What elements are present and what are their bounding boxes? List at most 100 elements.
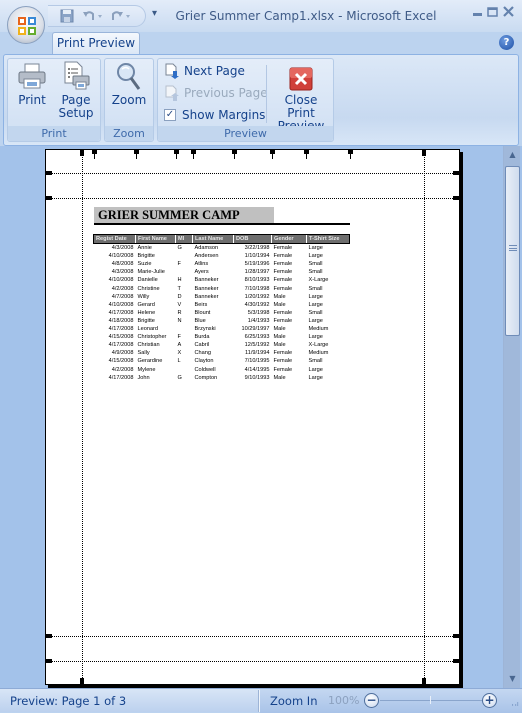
table-cell: 9/10/1993 <box>244 374 270 381</box>
zoom-button[interactable]: Zoom <box>109 61 149 107</box>
minimize-icon[interactable] <box>472 6 484 22</box>
margin-handle[interactable] <box>453 196 459 200</box>
resize-grip-icon[interactable]: ⠠⠴ <box>509 700 519 710</box>
footer-margin-line[interactable] <box>46 661 459 662</box>
margin-handle[interactable] <box>422 150 426 156</box>
close-print-preview-button[interactable]: Close Print Preview <box>270 67 332 133</box>
table-cell: 12/5/1992 <box>244 342 270 349</box>
print-button[interactable]: Print <box>14 61 50 107</box>
table-cell: Beirs <box>194 301 208 308</box>
table-row: 4/3/2008 Marie-Julie Ayers 1/28/1997 Female S… <box>94 268 350 276</box>
margin-handle[interactable] <box>453 634 459 638</box>
column-handle[interactable] <box>134 150 139 159</box>
show-margins-label: Show Margins <box>182 108 266 122</box>
checkbox-checked-icon[interactable]: ✓ <box>164 109 176 121</box>
table-cell: Gerardine <box>137 358 163 365</box>
table-cell: Banneker <box>194 285 219 292</box>
table-cell: Banneker <box>194 277 219 284</box>
table-cell: Blount <box>194 309 211 316</box>
column-handle[interactable] <box>191 150 196 159</box>
table-cell: 4/3/2008 <box>111 245 134 252</box>
margin-handle[interactable] <box>80 150 84 156</box>
column-handle[interactable] <box>174 150 179 159</box>
table-cell: Female <box>273 261 293 268</box>
next-page-button[interactable]: Next Page <box>164 62 245 80</box>
close-icon[interactable] <box>503 6 515 22</box>
table-cell: Atlins <box>194 261 209 268</box>
table-cell: Clayton <box>194 358 214 365</box>
column-header: DOB <box>233 233 272 245</box>
top-margin-line[interactable] <box>46 198 459 199</box>
previous-page-button[interactable]: Previous Page <box>164 84 268 102</box>
zoom-label: Zoom <box>111 93 147 107</box>
scroll-thumb[interactable] <box>505 166 520 336</box>
bottom-margin-line[interactable] <box>46 636 459 637</box>
page-info: Preview: Page 1 of 3 <box>10 694 127 708</box>
margin-handle[interactable] <box>453 171 459 175</box>
table-cell: 1/28/1997 <box>244 269 270 276</box>
table-row: 4/18/2008 Brigitte N Blue 1/4/1993 Female Larg… <box>94 317 350 325</box>
left-margin-line[interactable] <box>82 150 83 684</box>
table-cell: Large <box>308 253 323 260</box>
table-row: 4/15/2008 Gerardine L Clayton 7/10/1995 Femal… <box>94 357 350 365</box>
table-cell: Male <box>273 326 286 333</box>
margin-handle[interactable] <box>46 634 52 638</box>
office-button[interactable] <box>7 6 45 44</box>
scroll-down-icon[interactable]: ▼ <box>505 671 520 687</box>
zoom-slider[interactable] <box>380 696 482 704</box>
zoom-in-button[interactable]: Zoom In <box>270 694 318 708</box>
zoom-level[interactable]: 100% <box>328 694 359 707</box>
margin-handle[interactable] <box>80 678 84 684</box>
zoom-group-label: Zoom <box>105 126 153 141</box>
margin-handle[interactable] <box>46 659 52 663</box>
margin-handle[interactable] <box>453 659 459 663</box>
table-cell: Female <box>273 358 293 365</box>
right-margin-line[interactable] <box>424 150 425 684</box>
table-cell: 1/4/1993 <box>247 317 270 324</box>
close-preview-label-1: Close Print <box>284 93 318 120</box>
table-cell: Chang <box>194 350 211 357</box>
table-cell: 4/18/2008 <box>108 317 134 324</box>
table-row: 4/3/2008 Annie G Adamson 3/22/1998 Female Larg… <box>94 244 350 253</box>
help-icon[interactable]: ? <box>499 35 514 50</box>
table-cell: Small <box>308 261 323 268</box>
column-handle[interactable] <box>270 150 275 159</box>
table-cell: Suzie <box>137 261 152 268</box>
table-cell: Female <box>273 309 293 316</box>
header-margin-line[interactable] <box>46 173 459 174</box>
previous-page-label: Previous Page <box>184 86 268 100</box>
print-group-label: Print <box>8 126 100 141</box>
maximize-icon[interactable] <box>487 6 499 22</box>
margin-handle[interactable] <box>46 171 52 175</box>
page-setup-button[interactable]: Page Setup <box>56 61 96 120</box>
table-cell <box>176 268 193 276</box>
margin-handle[interactable] <box>422 678 426 684</box>
table-row: 4/8/2008 Suzie F Atlins 5/19/1996 Female Small <box>94 260 350 268</box>
title-underline <box>94 223 350 225</box>
table-cell: Burda <box>194 334 210 341</box>
scroll-up-icon[interactable]: ▲ <box>505 147 520 163</box>
table-cell: Banneker <box>194 293 219 300</box>
column-handle[interactable] <box>92 150 97 159</box>
show-margins-checkbox[interactable]: ✓ Show Margins <box>164 106 265 124</box>
margin-handle[interactable] <box>46 196 52 200</box>
column-handle[interactable] <box>348 150 353 159</box>
table-cell: 1/10/1994 <box>244 253 270 260</box>
column-handle[interactable] <box>304 150 309 159</box>
table-cell: 7/10/1995 <box>244 358 270 365</box>
table-cell: Small <box>308 358 323 365</box>
page-setup-label-2: Setup <box>58 106 94 120</box>
zoom-out-icon[interactable]: − <box>364 693 379 708</box>
table-cell: 4/10/2008 <box>108 277 134 284</box>
table-cell: Danielle <box>137 277 158 284</box>
close-preview-icon <box>289 67 313 91</box>
table-cell: H <box>177 277 182 284</box>
table-row: 4/17/2008 John G Compton 9/10/1993 Male Large <box>94 374 350 382</box>
table-cell: 4/7/2008 <box>111 293 134 300</box>
column-handle[interactable] <box>232 150 237 159</box>
zoom-in-icon[interactable]: + <box>482 693 497 708</box>
tab-print-preview[interactable]: Print Preview <box>52 32 140 54</box>
table-cell: Coldwell <box>194 366 216 373</box>
vertical-scrollbar[interactable]: ▲ ▼ <box>503 146 520 688</box>
page-setup-label-1: Page <box>61 93 91 107</box>
